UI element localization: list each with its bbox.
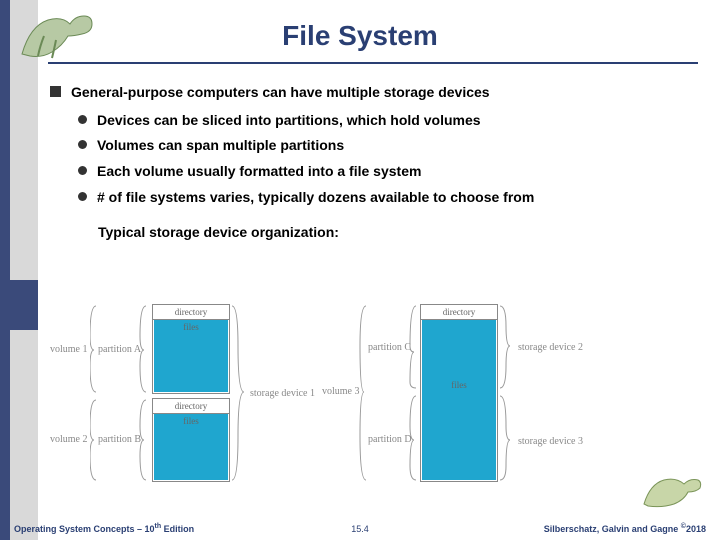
files-label: files	[154, 320, 228, 332]
sd1-text: storage device 1	[250, 388, 315, 399]
pb-label: partition B	[98, 434, 141, 445]
pc-label: partition C	[368, 342, 411, 353]
vol2-label: volume 2	[50, 434, 88, 445]
title-rule	[48, 62, 698, 64]
edge-strip	[0, 0, 10, 540]
dino-bottom-right-icon	[640, 472, 706, 512]
vol1-label: volume 1	[50, 344, 88, 355]
footer-right: Silberschatz, Galvin and Gagne ©2018	[544, 523, 706, 534]
square-bullet-icon	[50, 86, 61, 97]
sub-bullet: Volumes can span multiple partitions	[78, 135, 690, 157]
slide-title: File System	[0, 20, 720, 52]
vol3-label: volume 3	[322, 386, 360, 397]
sub-bullet-text: Devices can be sliced into partitions, w…	[97, 110, 481, 132]
circle-bullet-icon	[78, 115, 87, 124]
footer: Operating System Concepts – 10th Edition…	[0, 518, 720, 540]
partition-cd-fill: files	[422, 320, 496, 480]
dir-label: directory	[153, 399, 229, 414]
content-area: General-purpose computers can have multi…	[50, 82, 690, 244]
dir-label: directory	[421, 305, 497, 320]
sub-bullet: # of file systems varies, typically doze…	[78, 187, 690, 209]
sub-bullet-text: Each volume usually formatted into a fil…	[97, 161, 421, 183]
pa-label: partition A	[98, 344, 141, 355]
pd-label: partition D	[368, 434, 412, 445]
circle-bullet-icon	[78, 140, 87, 149]
sub-bullet-text: # of file systems varies, typically doze…	[97, 187, 534, 209]
sub-bullet-text: Volumes can span multiple partitions	[97, 135, 344, 157]
bullet-top-text: General-purpose computers can have multi…	[71, 82, 490, 104]
circle-bullet-icon	[78, 166, 87, 175]
files-label: files	[154, 414, 228, 426]
svg-text:storage device 2: storage device 2	[518, 342, 583, 353]
partition-a-fill: files	[154, 320, 228, 392]
files-label: files	[422, 320, 496, 390]
sub-bullet: Devices can be sliced into partitions, w…	[78, 110, 690, 132]
circle-bullet-icon	[78, 192, 87, 201]
bullet-top: General-purpose computers can have multi…	[50, 82, 690, 104]
partition-b-fill: files	[154, 414, 228, 480]
sub-bullet: Each volume usually formatted into a fil…	[78, 161, 690, 183]
diagram-caption: Typical storage device organization:	[98, 222, 690, 244]
svg-text:storage device 3: storage device 3	[518, 436, 583, 447]
storage-diagram: storage device 1 storage device 2 storag…	[90, 296, 650, 486]
dir-label: directory	[153, 305, 229, 320]
